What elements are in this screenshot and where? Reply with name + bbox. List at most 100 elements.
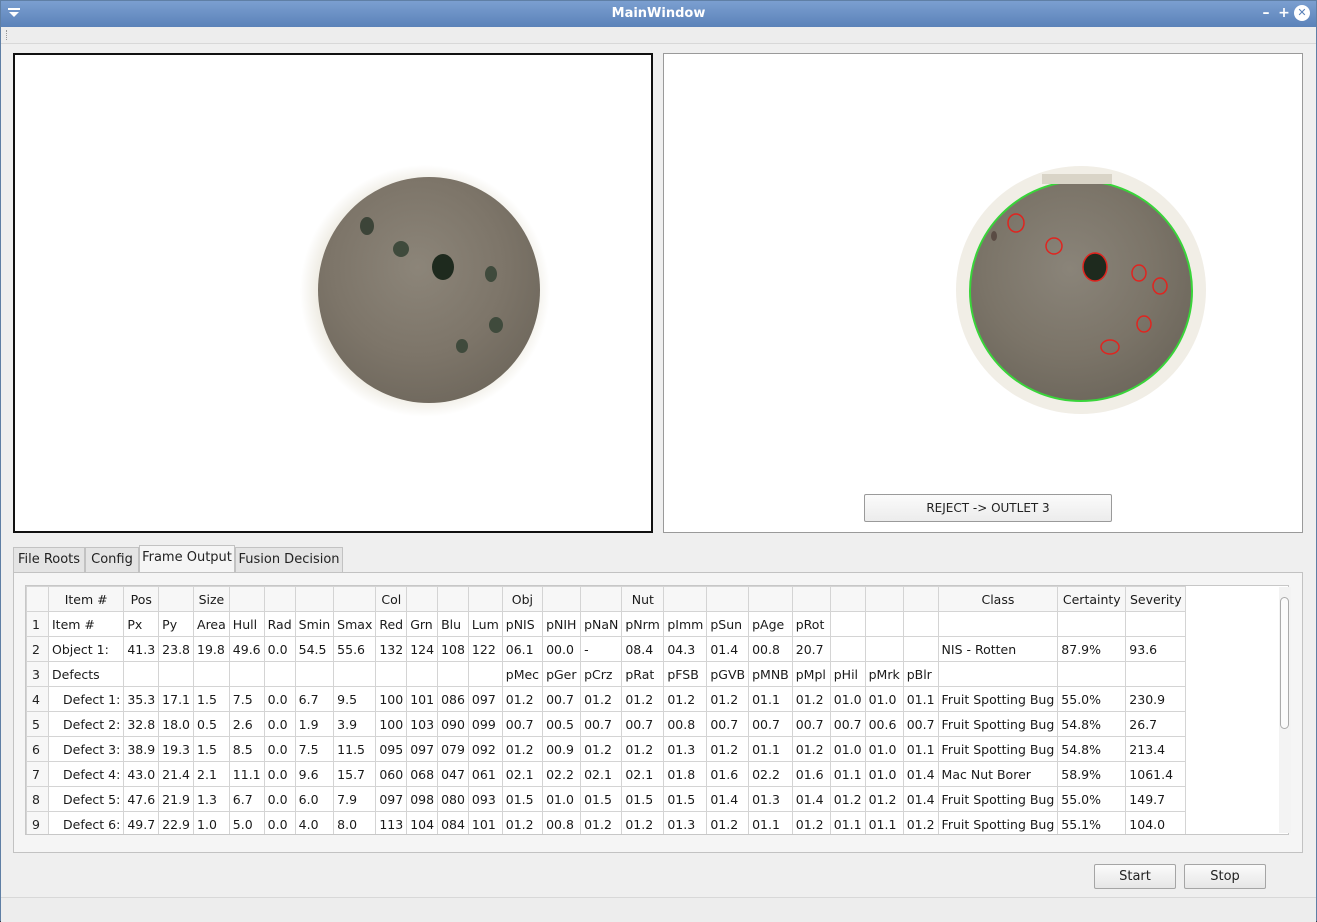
row-header[interactable]: 5 — [26, 711, 49, 737]
table-cell[interactable]: 43.0 — [123, 761, 160, 787]
table-cell[interactable]: Lum — [467, 611, 503, 637]
table-row[interactable]: 2 Object 1: 41.3 23.8 19.8 49.6 0.0 54.5 55.6 132… — [26, 636, 1187, 662]
table-cell[interactable]: 01.1 — [864, 811, 904, 834]
table-cell[interactable]: 0.0 — [263, 761, 296, 787]
table-cell[interactable]: pGer — [542, 661, 582, 687]
table-cell[interactable]: Py — [158, 611, 195, 637]
row-header[interactable]: 7 — [26, 761, 49, 787]
table-cell[interactable]: 6.0 — [294, 786, 335, 812]
table-cell[interactable]: 01.5 — [621, 786, 665, 812]
table-cell[interactable]: 086 — [437, 686, 469, 712]
table-cell[interactable]: 01.2 — [791, 811, 831, 834]
table-cell[interactable]: 01.2 — [501, 736, 544, 762]
minimize-icon[interactable]: – — [1258, 5, 1274, 21]
table-cell[interactable]: 01.4 — [706, 636, 750, 662]
table-cell[interactable]: 00.9 — [542, 736, 582, 762]
table-cell[interactable]: 0.0 — [263, 736, 296, 762]
table-cell[interactable]: 01.2 — [791, 736, 831, 762]
table-cell[interactable]: - — [580, 636, 623, 662]
table-cell[interactable]: 01.0 — [864, 761, 904, 787]
table-cell[interactable]: 00.8 — [663, 711, 708, 737]
table-cell[interactable]: 2.1 — [193, 761, 230, 787]
table-cell[interactable] — [406, 661, 439, 687]
table-cell[interactable]: 00.7 — [542, 686, 582, 712]
table-cell[interactable]: 01.3 — [663, 811, 708, 834]
table-cell[interactable]: 01.1 — [748, 686, 793, 712]
table-cell[interactable]: Fruit Spotting Bug — [937, 736, 1059, 762]
table-cell[interactable]: 11.1 — [228, 761, 265, 787]
table-cell[interactable]: Fruit Spotting Bug — [937, 811, 1059, 834]
table-cell[interactable]: pSun — [706, 611, 750, 637]
table-cell[interactable]: 00.7 — [902, 711, 939, 737]
table-cell[interactable]: 01.2 — [902, 811, 939, 834]
table-cell[interactable] — [123, 661, 160, 687]
column-header[interactable]: Severity — [1125, 586, 1187, 612]
table-cell[interactable]: 49.7 — [123, 811, 160, 834]
table-cell[interactable]: 00.8 — [542, 811, 582, 834]
table-cell[interactable] — [829, 636, 866, 662]
table-cell[interactable]: 5.0 — [228, 811, 265, 834]
table-cell[interactable]: 01.2 — [621, 811, 665, 834]
table-cell[interactable]: 104.0 — [1125, 811, 1187, 834]
table-row[interactable]: 9 Defect 6: 49.7 22.9 1.0 5.0 0.0 4.0 8.0 113 104 0… — [26, 811, 1187, 834]
table-cell[interactable] — [263, 661, 296, 687]
table-cell[interactable]: 7.5 — [294, 736, 335, 762]
table-cell[interactable]: 01.4 — [902, 786, 939, 812]
table-cell[interactable]: 1.3 — [193, 786, 230, 812]
table-cell[interactable]: 01.5 — [580, 786, 623, 812]
table-cell[interactable]: 47.6 — [123, 786, 160, 812]
table-cell[interactable]: 38.9 — [123, 736, 160, 762]
table-cell[interactable]: Object 1: — [47, 636, 125, 662]
column-header[interactable] — [791, 586, 831, 612]
table-cell[interactable]: 01.0 — [864, 736, 904, 762]
table-cell[interactable]: 01.0 — [542, 786, 582, 812]
table-cell[interactable]: 084 — [437, 811, 469, 834]
table-cell[interactable]: 01.2 — [580, 736, 623, 762]
table-cell[interactable]: 21.9 — [158, 786, 195, 812]
table-cell[interactable] — [467, 661, 503, 687]
table-cell[interactable]: 097 — [406, 736, 439, 762]
table-cell[interactable]: 19.3 — [158, 736, 195, 762]
table-cell[interactable]: 090 — [437, 711, 469, 737]
row-header[interactable]: 3 — [26, 661, 49, 687]
table-cell[interactable] — [333, 661, 377, 687]
table-cell[interactable]: Mac Nut Borer — [937, 761, 1059, 787]
table-cell[interactable]: 0.5 — [193, 711, 230, 737]
table-cell[interactable]: 01.1 — [748, 736, 793, 762]
table-cell[interactable]: 01.1 — [902, 686, 939, 712]
table-cell[interactable]: Defect 3: — [47, 736, 125, 762]
table-cell[interactable]: 15.7 — [333, 761, 377, 787]
table-cell[interactable]: 35.3 — [123, 686, 160, 712]
decision-output-button[interactable]: REJECT -> OUTLET 3 — [864, 494, 1112, 522]
table-cell[interactable]: 11.5 — [333, 736, 377, 762]
table-cell[interactable]: pMrk — [864, 661, 904, 687]
start-button[interactable]: Start — [1094, 864, 1176, 889]
table-row[interactable]: 1 Item # Px Py Area Hull Rad Smin Smax Red Grn Blu L… — [26, 611, 1187, 637]
table-cell[interactable]: 55.6 — [333, 636, 377, 662]
table-cell[interactable] — [864, 611, 904, 637]
table-cell[interactable]: 097 — [467, 686, 503, 712]
table-cell[interactable]: 01.4 — [791, 786, 831, 812]
table-cell[interactable]: 01.2 — [791, 686, 831, 712]
table-cell[interactable] — [1125, 611, 1187, 637]
table-cell[interactable] — [158, 661, 195, 687]
table-cell[interactable] — [1057, 661, 1127, 687]
table-cell[interactable]: 01.2 — [580, 686, 623, 712]
column-header[interactable] — [748, 586, 793, 612]
table-cell[interactable] — [193, 661, 230, 687]
table-cell[interactable]: 01.5 — [663, 786, 708, 812]
table-cell[interactable]: 21.4 — [158, 761, 195, 787]
table-cell[interactable]: 100 — [375, 686, 408, 712]
table-cell[interactable]: 87.9% — [1057, 636, 1127, 662]
table-cell[interactable]: 01.2 — [864, 786, 904, 812]
tab-frame-output[interactable]: Frame Output — [139, 545, 235, 574]
table-cell[interactable]: 32.8 — [123, 711, 160, 737]
table-cell[interactable]: 101 — [406, 686, 439, 712]
table-cell[interactable]: 01.3 — [663, 736, 708, 762]
table-cell[interactable] — [294, 661, 335, 687]
table-cell[interactable]: 00.0 — [542, 636, 582, 662]
table-cell[interactable]: 098 — [406, 786, 439, 812]
table-cell[interactable]: 00.5 — [542, 711, 582, 737]
column-header[interactable]: Nut — [621, 586, 665, 612]
column-header[interactable] — [829, 586, 866, 612]
